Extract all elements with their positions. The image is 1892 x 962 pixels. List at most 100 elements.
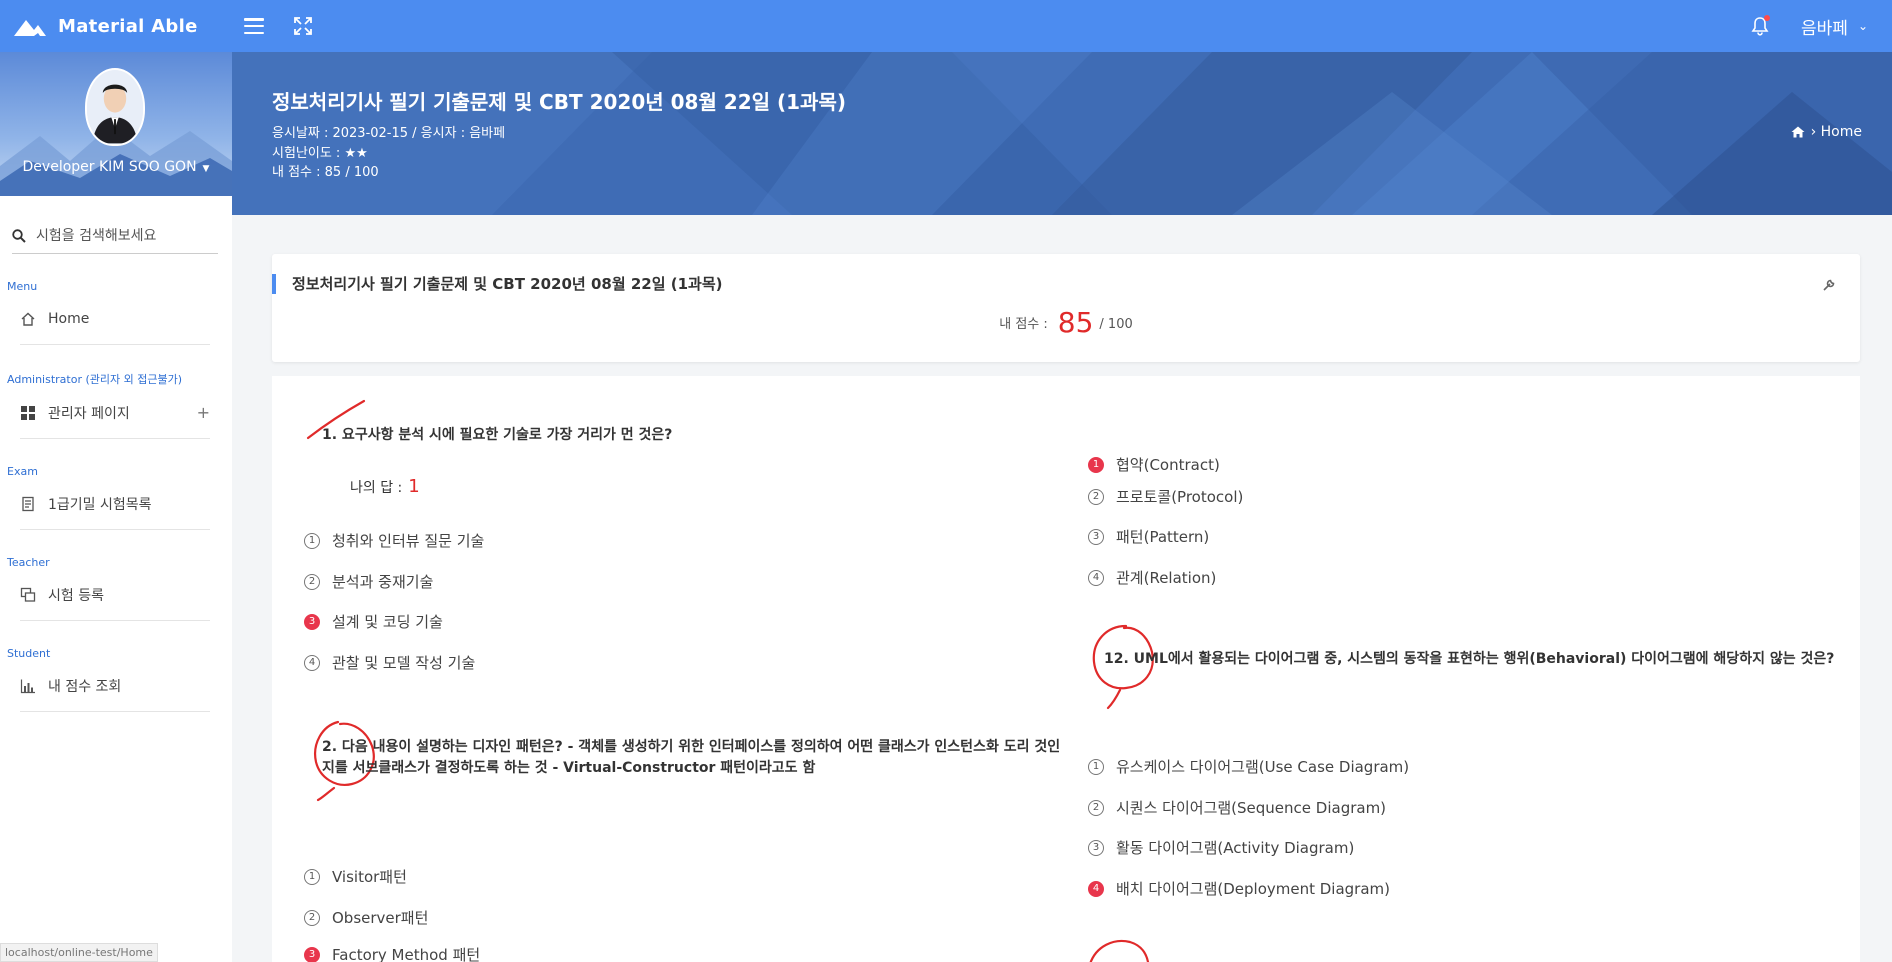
q2-option-3[interactable]: 3 Factory Method 패턴: [304, 944, 480, 962]
sidebar-item-my-score[interactable]: 내 점수 조회: [20, 660, 210, 712]
correct-circle-mark: [1089, 939, 1150, 962]
option-number-badge: 2: [304, 909, 320, 926]
q12-option-3[interactable]: 3 활동 다이어그램(Activity Diagram): [1088, 837, 1354, 858]
question-2-text-line1: 2. 다음 내용이 설명하는 디자인 패턴은? - 객체를 생성하기 위한 인터…: [322, 739, 1061, 755]
hamburger-menu-icon[interactable]: [244, 18, 264, 34]
option-text: 관찰 및 모델 작성 기술: [332, 654, 476, 672]
profile-name: Developer KIM SOO GON: [22, 159, 197, 175]
q11-option-1[interactable]: 1 협약(Contract): [1088, 454, 1220, 475]
option-number-badge-selected: 3: [304, 946, 320, 962]
sidebar-item-label: 시험 등록: [48, 587, 104, 604]
card-title: 정보처리기사 필기 기출문제 및 CBT 2020년 08월 22일 (1과목): [272, 274, 723, 294]
avatar[interactable]: [85, 68, 145, 146]
nav-section-teacher: Teacher: [7, 556, 50, 569]
breadcrumb[interactable]: › Home: [1791, 124, 1862, 140]
option-text: 유스케이스 다이어그램(Use Case Diagram): [1116, 758, 1410, 776]
document-icon: [22, 496, 34, 511]
exam-score-meta: 내 점수 : 85 / 100: [272, 165, 379, 180]
option-text: Observer패턴: [332, 909, 429, 927]
logo-icon: [14, 20, 46, 36]
profile-card: Developer KIM SOO GON ▼: [0, 52, 232, 196]
brand[interactable]: Material Able: [0, 0, 232, 52]
exam-result-card-header: 정보처리기사 필기 기출문제 및 CBT 2020년 08월 22일 (1과목)…: [272, 254, 1860, 362]
brand-name: Material Able: [58, 15, 198, 37]
option-text: 활동 다이어그램(Activity Diagram): [1116, 839, 1355, 857]
notification-bell-icon[interactable]: [1749, 15, 1771, 37]
option-text: 설계 및 코딩 기술: [332, 613, 443, 631]
q2-option-2[interactable]: 2 Observer패턴: [304, 907, 428, 928]
option-number-badge: 1: [304, 532, 320, 549]
bar-chart-icon: [20, 679, 35, 693]
option-number-badge: 2: [1088, 488, 1104, 505]
nav-section-menu: Menu: [7, 280, 38, 293]
option-number-badge-selected: 4: [1088, 880, 1104, 897]
sidebar-item-exam-register[interactable]: 시험 등록: [20, 569, 210, 621]
fullscreen-icon[interactable]: [294, 17, 312, 35]
q12-option-2[interactable]: 2 시퀀스 다이어그램(Sequence Diagram): [1088, 797, 1386, 818]
my-answer-label: 나의 답 :: [350, 480, 403, 496]
option-number-badge: 3: [1088, 528, 1104, 545]
q12-option-1[interactable]: 1 유스케이스 다이어그램(Use Case Diagram): [1088, 756, 1409, 777]
option-text: 청취와 인터뷰 질문 기술: [332, 532, 485, 550]
search-input[interactable]: [36, 227, 216, 244]
sidebar-item-label: 관리자 페이지: [48, 405, 130, 422]
home-icon: [1791, 126, 1805, 138]
q11-option-3[interactable]: 3 패턴(Pattern): [1088, 526, 1209, 547]
q1-option-3[interactable]: 3 설계 및 코딩 기술: [304, 611, 443, 632]
questions-panel: 1. 요구사항 분석 시에 필요한 기술로 가장 거리가 먼 것은? 나의 답 …: [272, 376, 1860, 962]
question-1-my-answer: 나의 답 : 1: [350, 476, 420, 497]
sidebar-item-label: 1급기밀 시험목록: [48, 496, 152, 513]
question-2-text-line2: 지를 서브클래스가 결정하도록 하는 것 - Virtual-Construct…: [322, 760, 816, 776]
q1-option-1[interactable]: 1 청취와 인터뷰 질문 기술: [304, 530, 484, 551]
option-text: 시퀀스 다이어그램(Sequence Diagram): [1116, 799, 1387, 817]
option-number-badge: 4: [304, 654, 320, 671]
notification-dot: [1764, 15, 1771, 21]
question-1-text: 1. 요구사항 분석 시에 필요한 기술로 가장 거리가 먼 것은?: [322, 427, 673, 443]
user-name: 음바페: [1801, 18, 1848, 39]
option-text: Visitor패턴: [332, 868, 407, 886]
question-12-text: 12. UML에서 활용되는 다이어그램 중, 시스템의 동작을 표현하는 행위…: [1104, 651, 1835, 667]
nav-section-student: Student: [7, 647, 51, 660]
nav-section-admin: Administrator (관리자 외 접근불가): [7, 373, 183, 386]
user-menu[interactable]: 음바페 ⌄: [1801, 14, 1868, 39]
sidebar-item-exam-list[interactable]: 1급기밀 시험목록: [20, 478, 210, 530]
exam-difficulty-meta: 시험난이도 : ★★: [272, 146, 368, 161]
sidebar-item-home[interactable]: Home: [20, 293, 210, 345]
option-text: 프로토콜(Protocol): [1116, 488, 1244, 506]
nav-section-exam: Exam: [7, 465, 38, 478]
top-navbar: Material Able 음바페 ⌄: [0, 0, 1892, 52]
wrench-icon[interactable]: [1822, 278, 1836, 292]
status-url: localhost/online-test/Home: [0, 943, 158, 962]
grid-icon: [21, 405, 35, 420]
q2-option-1[interactable]: 1 Visitor패턴: [304, 866, 407, 887]
option-number-badge: 4: [1088, 569, 1104, 586]
score-value: 85: [1057, 306, 1094, 339]
option-text: 패턴(Pattern): [1116, 528, 1210, 546]
page-title: 정보처리기사 필기 기출문제 및 CBT 2020년 08월 22일 (1과목): [272, 90, 846, 114]
option-number-badge: 1: [1088, 758, 1104, 775]
sidebar-item-label: 내 점수 조회: [48, 678, 122, 695]
my-answer-value: 1: [408, 476, 420, 497]
option-text: 배치 다이어그램(Deployment Diagram): [1116, 880, 1390, 898]
breadcrumb-home[interactable]: Home: [1821, 124, 1862, 140]
score-summary: 내 점수 : 85 / 100: [272, 306, 1860, 339]
expand-plus-icon[interactable]: +: [197, 403, 210, 422]
option-text: 관계(Relation): [1116, 569, 1217, 587]
home-icon: [21, 312, 35, 326]
q1-option-2[interactable]: 2 분석과 중재기술: [304, 571, 433, 592]
sidebar-item-admin[interactable]: 관리자 페이지 +: [20, 387, 210, 439]
option-number-badge-selected: 1: [1088, 456, 1104, 473]
breadcrumb-separator: ›: [1810, 124, 1821, 140]
q11-option-2[interactable]: 2 프로토콜(Protocol): [1088, 486, 1243, 507]
option-text: 분석과 중재기술: [332, 573, 434, 591]
profile-name-dropdown[interactable]: Developer KIM SOO GON ▼: [0, 159, 232, 175]
q1-option-4[interactable]: 4 관찰 및 모델 작성 기술: [304, 652, 475, 673]
q12-option-4[interactable]: 4 배치 다이어그램(Deployment Diagram): [1088, 878, 1390, 899]
chevron-down-icon: ⌄: [1857, 19, 1868, 33]
page-header-banner: 정보처리기사 필기 기출문제 및 CBT 2020년 08월 22일 (1과목)…: [232, 52, 1892, 215]
option-number-badge: 2: [304, 573, 320, 590]
search-box: [12, 218, 218, 254]
option-number-badge: 1: [304, 868, 320, 885]
search-icon: [12, 228, 26, 243]
q11-option-4[interactable]: 4 관계(Relation): [1088, 567, 1216, 588]
